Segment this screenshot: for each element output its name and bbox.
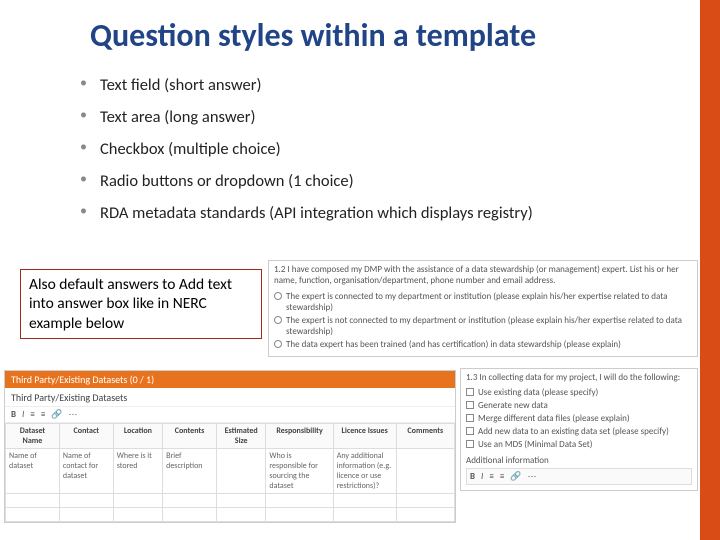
more-icon[interactable]: ⋯ bbox=[69, 409, 78, 420]
nerc-panel: Third Party/Existing Datasets (0 / 1) Th… bbox=[4, 370, 456, 523]
checkbox-option[interactable]: Use existing data (please specify) bbox=[466, 386, 692, 399]
cell-hint[interactable]: Any additional information (e.g. licence… bbox=[333, 449, 396, 494]
checkbox-option[interactable]: Generate new data bbox=[466, 399, 692, 412]
col-header: Licence Issues bbox=[333, 424, 396, 449]
radio-option[interactable]: The data expert has been trained (and ha… bbox=[274, 338, 692, 351]
option-label: Generate new data bbox=[478, 400, 548, 411]
rich-text-toolbar: B I ≡ ≡ 🔗 ⋯ bbox=[466, 468, 692, 485]
checkbox-option[interactable]: Use an MDS (Minimal Data Set) bbox=[466, 438, 692, 451]
table-hint-row[interactable]: Name of dataset Name of contact for data… bbox=[6, 449, 455, 494]
section-subheader: Third Party/Existing Datasets bbox=[5, 388, 455, 406]
bullet-list: Text field (short answer) Text area (lon… bbox=[0, 65, 720, 237]
table-row[interactable] bbox=[6, 494, 455, 508]
list-icon[interactable]: ≡ bbox=[500, 471, 504, 482]
checkbox-icon bbox=[466, 427, 474, 435]
checkbox-icon bbox=[466, 414, 474, 422]
checkbox-icon bbox=[466, 440, 474, 448]
radio-icon bbox=[274, 340, 282, 348]
checkbox-question-panel: 1.3 In collecting data for my project, I… bbox=[460, 368, 698, 491]
callout-box: Also default answers to Add text into an… bbox=[20, 269, 262, 339]
dataset-table: Dataset Name Contact Location Contents E… bbox=[5, 423, 455, 522]
cell-hint[interactable]: Name of dataset bbox=[6, 449, 60, 494]
radio-option[interactable]: The expert is connected to my department… bbox=[274, 290, 692, 314]
radio-option[interactable]: The expert is not connected to my depart… bbox=[274, 314, 692, 338]
checkbox-icon bbox=[466, 388, 474, 396]
list-icon[interactable]: ≡ bbox=[489, 471, 493, 482]
slide-title: Question styles within a template bbox=[90, 18, 690, 53]
cell-hint[interactable] bbox=[217, 449, 266, 494]
radio-icon bbox=[274, 292, 282, 300]
col-header: Comments bbox=[396, 424, 454, 449]
title-area: Question styles within a template bbox=[0, 0, 720, 65]
link-icon[interactable]: 🔗 bbox=[510, 471, 521, 482]
bullet-item: Radio buttons or dropdown (1 choice) bbox=[100, 167, 690, 199]
cell-hint[interactable]: Name of contact for dataset bbox=[59, 449, 113, 494]
bold-icon[interactable]: B bbox=[470, 471, 475, 482]
table-header-row: Dataset Name Contact Location Contents E… bbox=[6, 424, 455, 449]
section-header[interactable]: Third Party/Existing Datasets (0 / 1) bbox=[5, 371, 455, 388]
cell-hint[interactable]: Who is responsible for sourcing the data… bbox=[266, 449, 333, 494]
bullet-item: Text field (short answer) bbox=[100, 71, 690, 103]
accent-bar bbox=[700, 0, 720, 540]
col-header: Estimated Size bbox=[217, 424, 266, 449]
col-header: Contact bbox=[59, 424, 113, 449]
col-header: Responsibility bbox=[266, 424, 333, 449]
cell-hint[interactable]: Brief description bbox=[163, 449, 217, 494]
option-label: Use existing data (please specify) bbox=[478, 387, 598, 398]
more-icon[interactable]: ⋯ bbox=[528, 471, 537, 482]
italic-icon[interactable]: I bbox=[481, 471, 483, 482]
col-header: Dataset Name bbox=[6, 424, 60, 449]
bullet-item: Text area (long answer) bbox=[100, 103, 690, 135]
additional-info-label: Additional information bbox=[466, 455, 692, 466]
bold-icon[interactable]: B bbox=[11, 409, 16, 420]
radio-question-panel: 1.2 I have composed my DMP with the assi… bbox=[268, 260, 698, 357]
option-label: The expert is not connected to my depart… bbox=[286, 315, 692, 337]
option-label: Use an MDS (Minimal Data Set) bbox=[478, 439, 593, 450]
bullet-item: Checkbox (multiple choice) bbox=[100, 135, 690, 167]
cell-hint[interactable] bbox=[396, 449, 454, 494]
checkbox-option[interactable]: Merge different data files (please expla… bbox=[466, 412, 692, 425]
checkbox-option[interactable]: Add new data to an existing data set (pl… bbox=[466, 425, 692, 438]
col-header: Contents bbox=[163, 424, 217, 449]
question-text: 1.3 In collecting data for my project, I… bbox=[466, 372, 692, 383]
option-label: Merge different data files (please expla… bbox=[478, 413, 630, 424]
table-row[interactable] bbox=[6, 508, 455, 522]
list-icon[interactable]: ≡ bbox=[41, 409, 45, 420]
option-label: The expert is connected to my department… bbox=[286, 291, 692, 313]
col-header: Location bbox=[113, 424, 162, 449]
option-label: Add new data to an existing data set (pl… bbox=[478, 426, 669, 437]
rich-text-toolbar: B I ≡ ≡ 🔗 ⋯ bbox=[5, 406, 455, 423]
link-icon[interactable]: 🔗 bbox=[51, 409, 62, 420]
italic-icon[interactable]: I bbox=[22, 409, 24, 420]
radio-icon bbox=[274, 316, 282, 324]
bullet-item: RDA metadata standards (API integration … bbox=[100, 199, 690, 231]
question-text: 1.2 I have composed my DMP with the assi… bbox=[274, 264, 692, 287]
option-label: The data expert has been trained (and ha… bbox=[286, 339, 621, 350]
list-icon[interactable]: ≡ bbox=[30, 409, 34, 420]
checkbox-icon bbox=[466, 401, 474, 409]
cell-hint[interactable]: Where is it stored bbox=[113, 449, 162, 494]
